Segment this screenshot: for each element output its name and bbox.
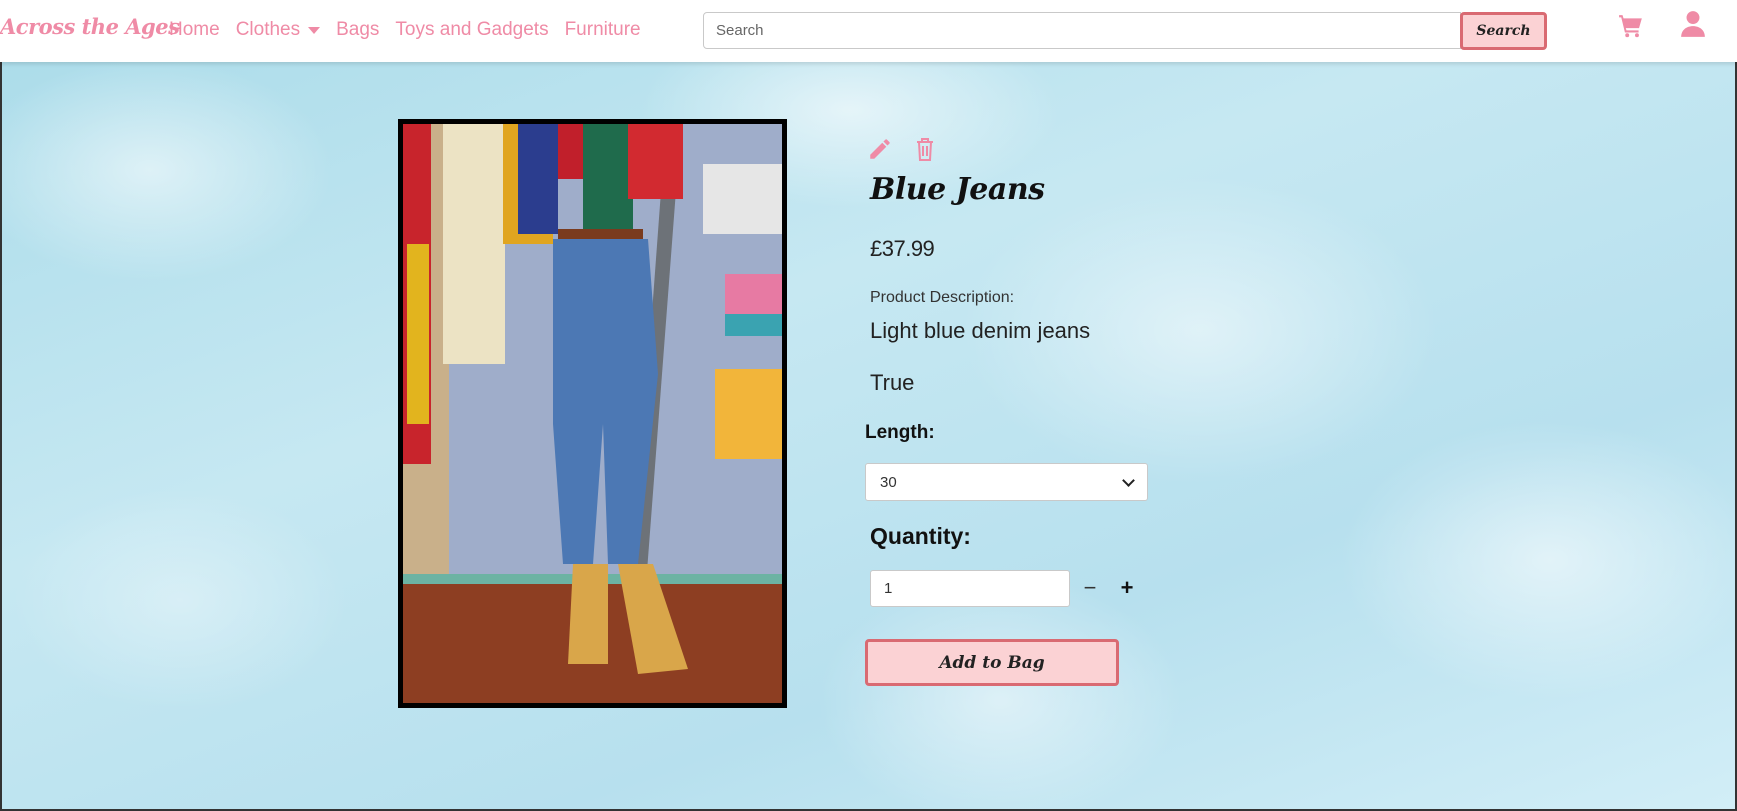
search-button[interactable]: Search [1460, 12, 1547, 50]
decrement-button[interactable]: − [1080, 575, 1100, 601]
nav-furniture-link[interactable]: Furniture [565, 19, 641, 41]
product-title: Blue Jeans [870, 172, 1045, 207]
nav-home-label: Home [169, 19, 220, 40]
product-description: Light blue denim jeans [870, 318, 1091, 343]
search-input[interactable] [703, 12, 1461, 49]
product-flag-value: True [870, 370, 915, 395]
add-to-bag-button[interactable]: Add to Bag [865, 639, 1119, 686]
length-selected-value: 30 [880, 473, 897, 491]
nav-home-link[interactable]: Home [169, 19, 220, 41]
shopping-cart-icon[interactable] [1618, 13, 1644, 43]
nav-toys-gadgets-link[interactable]: Toys and Gadgets [395, 19, 548, 41]
nav-furniture-label: Furniture [564, 19, 641, 40]
sky-background [0, 0, 1737, 811]
user-icon[interactable] [1680, 10, 1706, 42]
nav-toys-gadgets-label: Toys and Gadgets [395, 19, 549, 40]
trash-icon[interactable] [913, 136, 937, 166]
product-image [398, 119, 787, 708]
product-price: £37.99 [870, 236, 935, 261]
brand-logo[interactable]: Across the Ages [0, 14, 180, 39]
length-label: Length: [865, 422, 935, 443]
pencil-icon[interactable] [867, 136, 893, 166]
nav-bags-label: Bags [336, 19, 380, 40]
nav-clothes-dropdown[interactable]: Clothes [235, 19, 321, 41]
main-nav: Home Clothes Bags Toys and Gadgets Furni… [169, 19, 641, 41]
navbar: Across the Ages Home Clothes Bags Toys a… [0, 0, 1737, 62]
nav-bags-link[interactable]: Bags [336, 19, 379, 41]
quantity-input[interactable] [870, 570, 1070, 607]
chevron-down-icon [1122, 473, 1135, 487]
length-select[interactable]: 30 [865, 463, 1148, 501]
nav-clothes-label: Clothes [235, 19, 301, 40]
description-label: Product Description: [870, 289, 1015, 306]
quantity-label: Quantity: [870, 523, 971, 549]
page-border-left [0, 62, 2, 811]
increment-button[interactable]: + [1117, 575, 1137, 601]
caret-down-icon [308, 26, 321, 34]
